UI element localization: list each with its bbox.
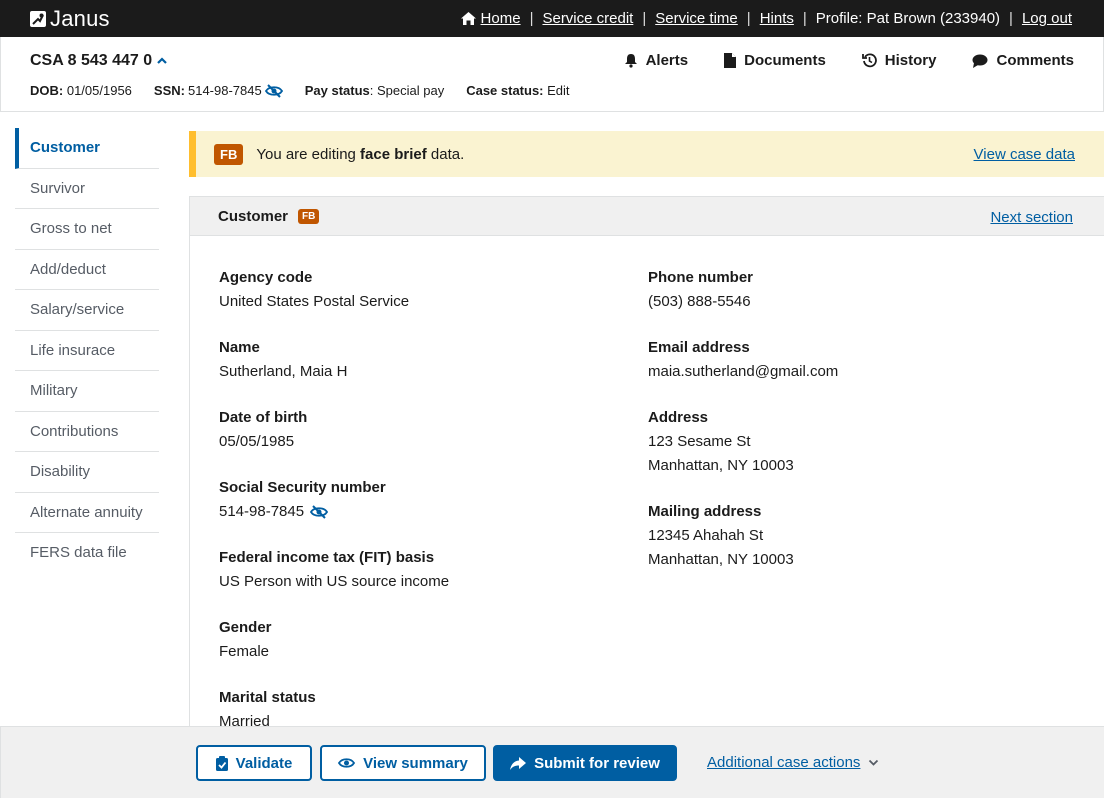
view-summary-button[interactable]: View summary <box>320 745 486 781</box>
case-header: CSA 8 543 447 0 DOB: 01/05/1956 SSN: 514… <box>0 37 1104 112</box>
fb-tag: FB <box>214 143 244 165</box>
sidebar-item-salary-service[interactable]: Salary/service <box>15 290 159 331</box>
field-address: Address 123 Sesame St Manhattan, NY 1000… <box>648 409 794 474</box>
field-date-of-birth: Date of birth 05/05/1985 <box>219 409 308 450</box>
validate-button[interactable]: Validate <box>196 745 312 781</box>
app-name: Janus <box>50 6 110 31</box>
eye-slash-icon[interactable] <box>310 505 329 519</box>
alerts-button[interactable]: Alerts <box>624 52 689 69</box>
comment-icon <box>972 54 988 68</box>
sidebar-item-contributions[interactable]: Contributions <box>15 412 159 452</box>
comments-label: Comments <box>996 52 1074 69</box>
history-button[interactable]: History <box>861 52 937 69</box>
history-icon <box>861 53 877 68</box>
sidebar-item-customer[interactable]: Customer <box>15 128 159 169</box>
nav-separator: | <box>642 10 647 27</box>
field-fit-basis: Federal income tax (FIT) basis US Person… <box>219 549 450 590</box>
field-agency-code: Agency code United States Postal Service <box>219 269 410 310</box>
sidebar-item-fers-data-file[interactable]: FERS data file <box>15 533 159 574</box>
profile-label: Profile: Pat Brown (233940) <box>815 10 1001 27</box>
banner-message: You are editing face brief data. <box>256 145 465 163</box>
additional-case-actions-link[interactable]: Additional case actions <box>707 754 879 771</box>
next-section-link[interactable]: Next section <box>990 209 1073 226</box>
section-header: Customer FB Next section <box>190 196 1104 236</box>
field-mailing-address: Mailing address 12345 Ahahah St Manhatta… <box>648 503 794 568</box>
action-footer: Validate View summary Submit for review … <box>0 726 1104 798</box>
submit-for-review-button[interactable]: Submit for review <box>493 745 677 781</box>
home-link[interactable]: Home <box>460 10 521 27</box>
nav-separator: | <box>1009 10 1013 27</box>
case-pay-status: Pay status: Special pay <box>304 83 445 98</box>
section-title: Customer FB <box>218 208 320 225</box>
bell-icon <box>624 54 637 68</box>
nav-separator: | <box>802 10 807 27</box>
top-bar: Janus Home | Service credit | Service ti… <box>0 0 1104 37</box>
alerts-label: Alerts <box>645 52 689 69</box>
case-info: DOB: 01/05/1956 SSN: 514-98-7845 Pay sta… <box>30 83 570 98</box>
case-ssn: SSN: 514-98-7845 <box>154 83 283 98</box>
logout-link[interactable]: Log out <box>1022 10 1072 27</box>
service-time-link[interactable]: Service time <box>655 10 738 27</box>
documents-label: Documents <box>744 52 826 69</box>
clipboard-check-icon <box>215 755 228 771</box>
eye-slash-icon[interactable] <box>264 83 283 98</box>
case-actions: Alerts Documents History Comments <box>624 52 1074 69</box>
sidebar-item-military[interactable]: Military <box>15 371 159 412</box>
hints-link[interactable]: Hints <box>760 10 794 27</box>
nav-separator: | <box>746 10 751 27</box>
sidebar-item-life-insurance[interactable]: Life insurace <box>15 331 159 371</box>
view-case-data-link[interactable]: View case data <box>974 146 1075 163</box>
field-marital-status: Marital status Married <box>219 689 316 726</box>
section-sidebar: Customer Survivor Gross to net Add/deduc… <box>15 128 159 574</box>
sidebar-item-gross-to-net[interactable]: Gross to net <box>15 209 159 250</box>
history-label: History <box>884 52 937 69</box>
field-ssn: Social Security number 514-98-7845 <box>219 479 386 520</box>
case-status: Case status: Edit <box>466 83 570 98</box>
sidebar-item-add-deduct[interactable]: Add/deduct <box>15 250 159 290</box>
chevron-down-icon <box>869 759 879 766</box>
field-name: Name Sutherland, Maia H <box>219 339 348 380</box>
customer-section: Customer FB Next section Agency code Uni… <box>189 196 1104 726</box>
field-email: Email address maia.sutherland@gmail.com <box>648 339 839 380</box>
nav-separator: | <box>529 10 534 27</box>
edit-mode-banner: FB You are editing face brief data. View… <box>189 131 1104 177</box>
document-icon <box>724 53 737 68</box>
case-id-toggle[interactable]: CSA 8 543 447 0 <box>30 52 168 70</box>
chevron-up-icon <box>157 57 167 64</box>
case-dob: DOB: 01/05/1956 <box>30 83 132 98</box>
documents-button[interactable]: Documents <box>724 52 826 69</box>
janus-logo-icon <box>30 11 46 27</box>
top-nav: Home | Service credit | Service time | H… <box>460 10 1072 27</box>
home-label: Home <box>480 10 521 27</box>
fb-tag: FB <box>298 209 320 224</box>
case-id: CSA 8 543 447 0 <box>30 52 153 69</box>
field-gender: Gender Female <box>219 619 272 660</box>
sidebar-item-survivor[interactable]: Survivor <box>15 169 159 209</box>
sidebar-item-alternate-annuity[interactable]: Alternate annuity <box>15 493 159 533</box>
share-arrow-icon <box>510 756 527 770</box>
comments-button[interactable]: Comments <box>972 52 1074 69</box>
eye-icon <box>338 758 356 768</box>
home-icon <box>460 12 476 25</box>
app-logo[interactable]: Janus <box>30 6 110 32</box>
service-credit-link[interactable]: Service credit <box>542 10 633 27</box>
sidebar-item-disability[interactable]: Disability <box>15 452 159 493</box>
field-phone: Phone number (503) 888-5546 <box>648 269 754 310</box>
